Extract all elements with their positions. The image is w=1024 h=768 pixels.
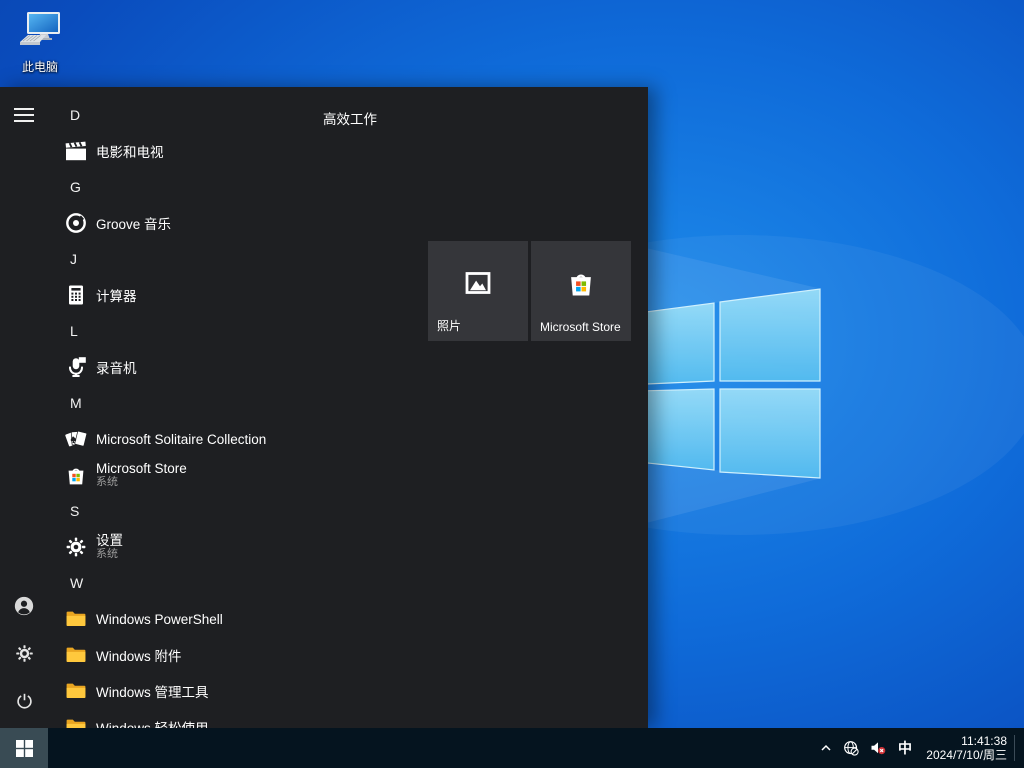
user-account-button[interactable] <box>12 596 36 620</box>
app-item-设置[interactable]: 设置系统 <box>48 529 320 565</box>
settings-button[interactable] <box>12 644 36 668</box>
system-tray: 中 11:41:38 2024/7/10/周三 <box>814 728 1024 768</box>
folder-icon <box>64 643 88 667</box>
app-label: 设置 <box>96 533 123 548</box>
tile-group-title: 高效工作 <box>323 108 377 128</box>
app-item-Microsoft Store[interactable]: Microsoft Store系统 <box>48 457 320 493</box>
folder-icon <box>64 679 88 703</box>
desktop-icon-this-pc[interactable]: 此电脑 <box>8 10 72 74</box>
app-item-电影和电视[interactable]: 电影和电视 <box>48 133 320 169</box>
power-icon <box>14 691 35 717</box>
folder-icon <box>64 715 88 728</box>
app-label: Windows 管理工具 <box>96 681 209 701</box>
expand-menu-button[interactable] <box>12 103 36 127</box>
app-item-Groove 音乐[interactable]: Groove 音乐 <box>48 205 320 241</box>
folder-item-Windows 附件[interactable]: Windows 附件 <box>48 637 320 673</box>
tile-label: Microsoft Store <box>540 320 621 334</box>
app-label: 计算器 <box>96 285 137 305</box>
taskbar: 中 11:41:38 2024/7/10/周三 <box>0 728 1024 768</box>
app-sublabel: 系统 <box>96 548 123 561</box>
network-disconnected-icon <box>843 740 859 756</box>
folder-item-Windows 管理工具[interactable]: Windows 管理工具 <box>48 673 320 709</box>
desktop-icon-label: 此电脑 <box>8 60 72 74</box>
folder-icon <box>64 607 88 631</box>
app-item-计算器[interactable]: 计算器 <box>48 277 320 313</box>
section-letter: J <box>70 251 77 267</box>
network-status-button[interactable] <box>838 728 864 768</box>
app-label: 录音机 <box>96 357 137 377</box>
tile-照片[interactable]: 照片 <box>428 241 528 341</box>
section-letter: L <box>70 323 78 339</box>
app-label: Windows 轻松使用 <box>96 717 209 728</box>
store-icon <box>64 463 88 487</box>
windows-start-icon <box>16 740 33 757</box>
clock-time: 11:41:38 <box>919 734 1007 748</box>
ime-indicator[interactable]: 中 <box>891 728 919 768</box>
section-header-M[interactable]: M <box>48 385 320 421</box>
hamburger-icon <box>14 108 34 122</box>
start-menu: D 电影和电视 G Groove 音乐 J 计算器 L 录音机 M Microsoft Soli… <box>0 87 648 728</box>
photos-icon <box>462 267 494 299</box>
movies-tv-icon <box>64 139 88 163</box>
section-letter: D <box>70 107 80 123</box>
hidden-icons-button[interactable] <box>814 728 838 768</box>
section-header-S[interactable]: S <box>48 493 320 529</box>
app-label: Windows 附件 <box>96 645 182 665</box>
app-label: Windows PowerShell <box>96 612 223 627</box>
app-item-录音机[interactable]: 录音机 <box>48 349 320 385</box>
volume-muted-icon <box>870 740 886 756</box>
power-button[interactable] <box>12 692 36 716</box>
app-label: 电影和电视 <box>96 141 164 161</box>
section-header-G[interactable]: G <box>48 169 320 205</box>
screen: 此电脑 D 电影和电视 G Groove 音乐 J 计算器 L 录音机 M Microsoft … <box>0 0 1024 768</box>
voice-recorder-icon <box>64 355 88 379</box>
show-desktop-button[interactable] <box>1015 728 1024 768</box>
clock[interactable]: 11:41:38 2024/7/10/周三 <box>919 734 1014 762</box>
app-label: Microsoft Store <box>96 461 187 476</box>
volume-button[interactable] <box>864 728 891 768</box>
app-sublabel: 系统 <box>96 476 187 489</box>
section-header-L[interactable]: L <box>48 313 320 349</box>
section-letter: W <box>70 575 83 591</box>
calculator-icon <box>64 283 88 307</box>
start-button[interactable] <box>0 728 48 768</box>
this-pc-icon <box>16 10 64 54</box>
settings-gear-icon <box>64 535 88 559</box>
section-header-W[interactable]: W <box>48 565 320 601</box>
user-icon <box>13 595 35 622</box>
gear-outline-icon <box>14 643 35 669</box>
store-icon <box>565 267 597 299</box>
app-label: Groove 音乐 <box>96 213 171 233</box>
folder-item-Windows 轻松使用[interactable]: Windows 轻松使用 <box>48 709 320 728</box>
start-menu-rail <box>0 87 48 728</box>
solitaire-icon <box>64 427 88 451</box>
clock-date: 2024/7/10/周三 <box>919 748 1007 762</box>
folder-item-Windows PowerShell[interactable]: Windows PowerShell <box>48 601 320 637</box>
app-label: Microsoft Solitaire Collection <box>96 432 266 447</box>
section-letter: G <box>70 179 81 195</box>
groove-music-icon <box>64 211 88 235</box>
chevron-up-icon <box>818 740 834 756</box>
section-letter: M <box>70 395 82 411</box>
tile-Microsoft Store[interactable]: Microsoft Store <box>531 241 631 341</box>
tile-label: 照片 <box>437 317 461 334</box>
section-header-J[interactable]: J <box>48 241 320 277</box>
section-letter: S <box>70 503 79 519</box>
app-list: D 电影和电视 G Groove 音乐 J 计算器 L 录音机 M Microsoft Soli… <box>48 97 320 728</box>
app-item-Microsoft Solitaire Collection[interactable]: Microsoft Solitaire Collection <box>48 421 320 457</box>
section-header-D[interactable]: D <box>48 97 320 133</box>
